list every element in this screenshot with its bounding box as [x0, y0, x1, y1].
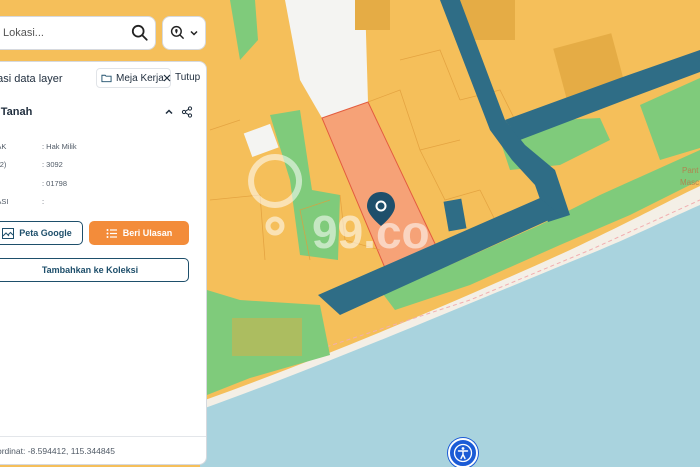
panel-title: nasi data layer [0, 73, 63, 85]
section-title: g Tanah [0, 106, 33, 118]
info-value: : [42, 197, 45, 206]
coordinate-text: ordinat: -8.594412, 115.344845 [0, 445, 115, 456]
map-layer-button[interactable] [162, 16, 206, 50]
accessibility-button[interactable] [448, 438, 478, 467]
map-icon [2, 227, 15, 239]
accessibility-icon [453, 443, 473, 463]
info-value: : 3092 [42, 160, 63, 169]
panel-header: nasi data layer Meja Kerja Tutup [0, 62, 206, 92]
workspace-button[interactable]: Meja Kerja [96, 68, 171, 88]
info-value: : 01798 [42, 179, 68, 188]
map-place-label: Masc [680, 178, 700, 187]
info-value: : Hak Milik [42, 142, 77, 151]
layer-info-panel: nasi data layer Meja Kerja Tutup g Tanah… [0, 61, 207, 465]
list-icon [106, 228, 117, 238]
add-to-collection-label: Tambahkan ke Koleksi [41, 265, 139, 275]
map-layer-icon [170, 25, 184, 40]
workspace-label: Meja Kerja [116, 72, 164, 84]
google-maps-button[interactable]: Peta Google [0, 221, 83, 245]
chevron-up-icon[interactable] [164, 107, 174, 117]
close-icon [163, 74, 171, 81]
google-maps-label: Peta Google [19, 228, 72, 238]
close-button[interactable]: Tutup [163, 72, 200, 83]
search-icon[interactable] [131, 24, 149, 42]
search-bar [0, 16, 156, 50]
coordinate-readout: ordinat: -8.594412, 115.344845 [0, 436, 206, 464]
share-icon[interactable] [181, 106, 193, 118]
info-key: HAK [0, 142, 7, 151]
add-to-collection-button[interactable]: Tambahkan ke Koleksi [0, 258, 189, 282]
folder-icon [101, 74, 112, 83]
review-button[interactable]: Beri Ulasan [89, 221, 189, 245]
info-key: RASI [0, 197, 9, 206]
review-label: Beri Ulasan [122, 228, 173, 238]
info-key: (M2) [0, 160, 7, 169]
search-input[interactable] [3, 27, 123, 39]
map-place-label: Pant [682, 166, 699, 175]
close-label: Tutup [175, 72, 201, 83]
chevron-down-icon [189, 30, 198, 36]
